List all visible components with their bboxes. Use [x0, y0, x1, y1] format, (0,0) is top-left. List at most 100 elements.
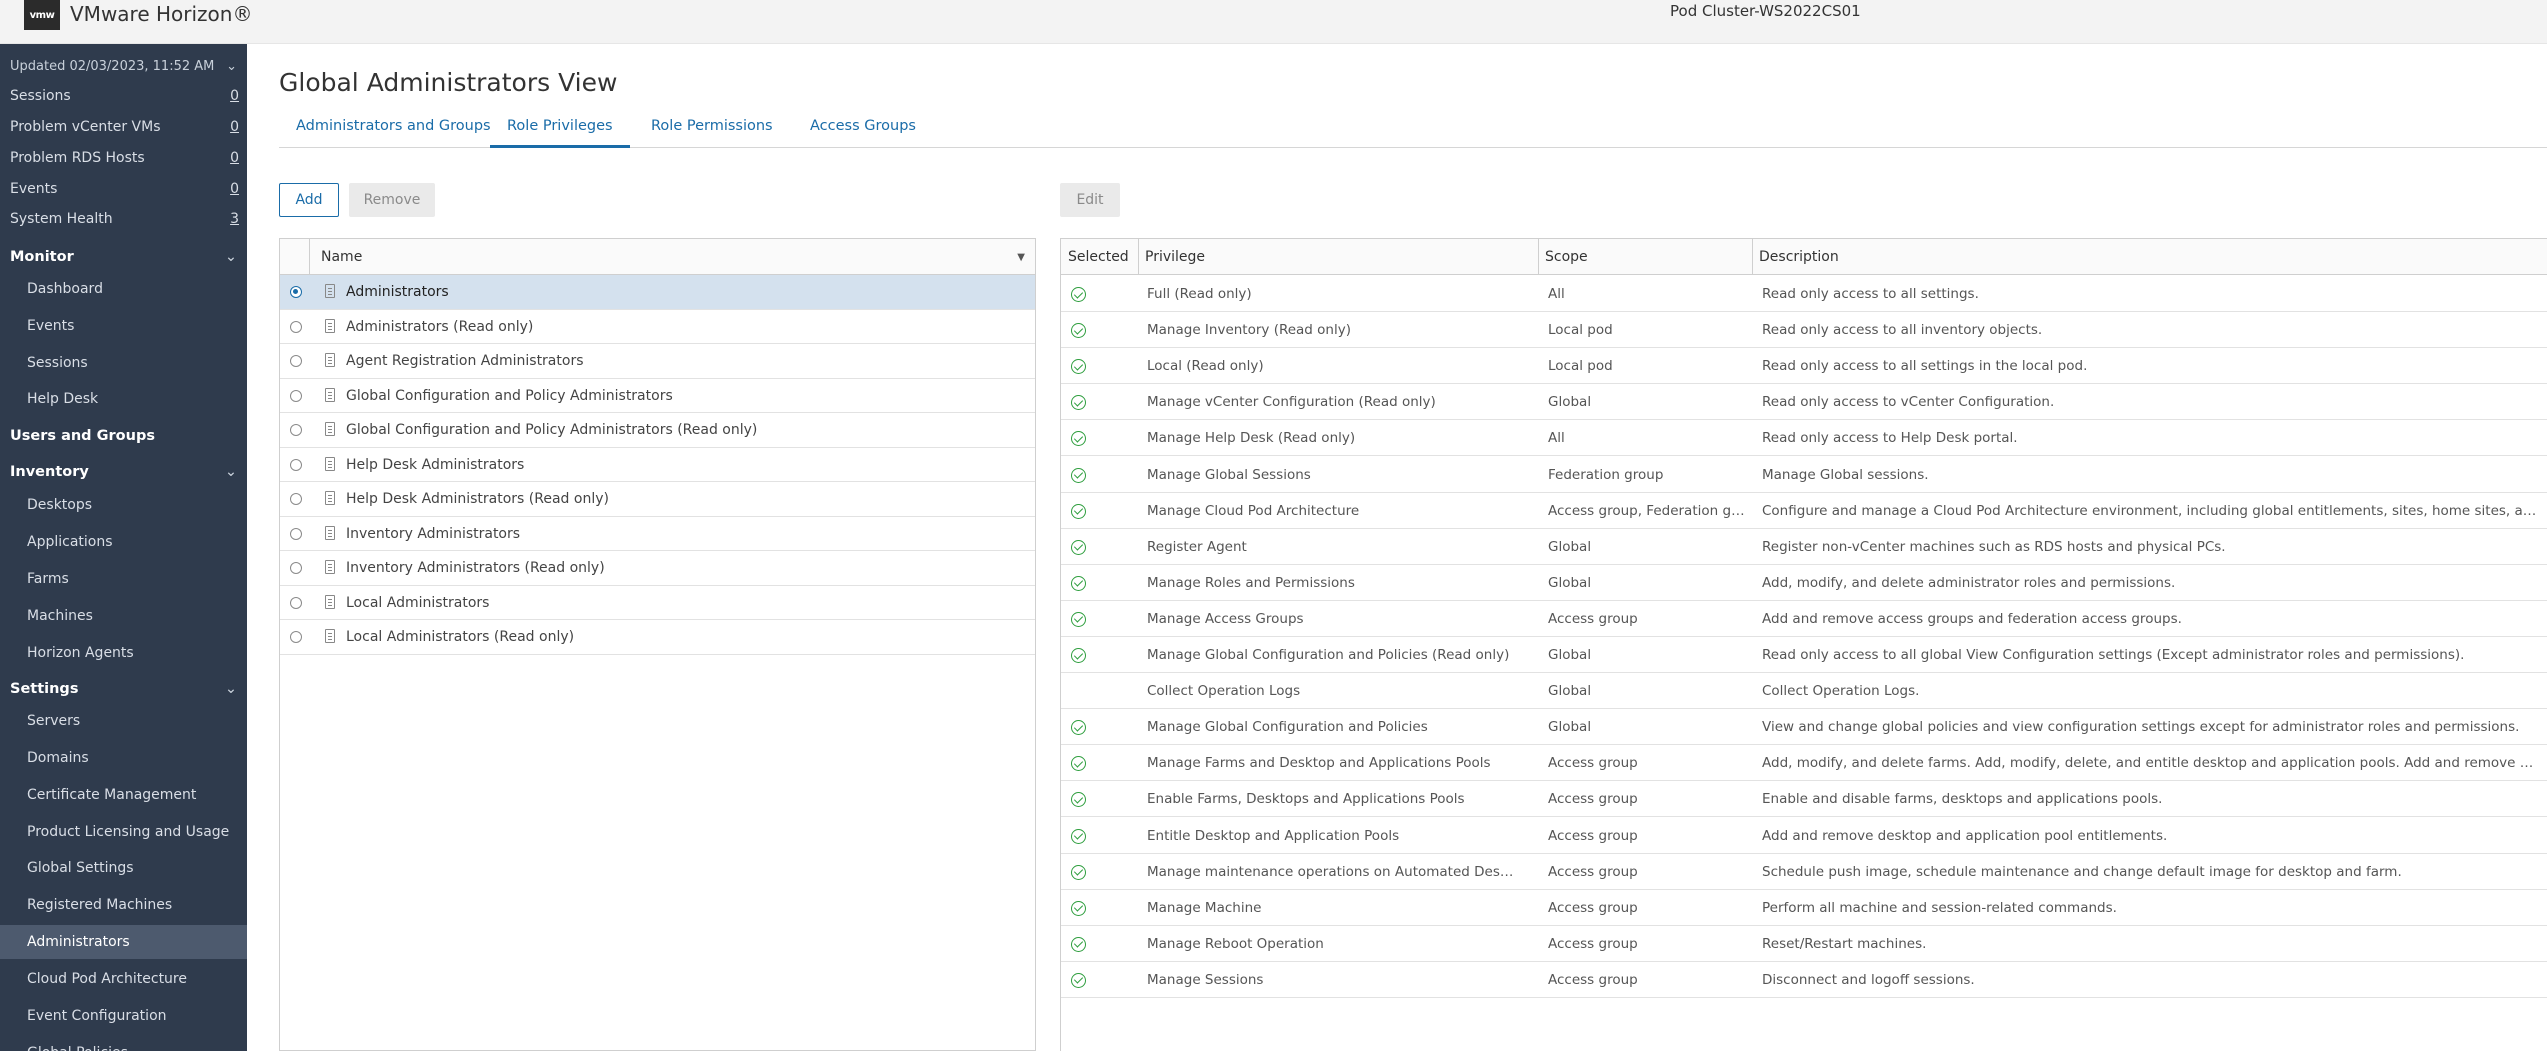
sidebar-section-settings[interactable]: Settings ⌄ [0, 674, 247, 704]
role-icon [325, 284, 335, 298]
sidebar-item-machines[interactable]: Machines [0, 599, 247, 633]
name-column-header[interactable]: Name [321, 239, 362, 275]
table-row[interactable]: Manage Global Configuration and Policies… [1061, 637, 2547, 673]
add-button[interactable]: Add [279, 183, 339, 217]
sidebar-stat-problem-vcenter-vms[interactable]: Problem vCenter VMs 0 [0, 113, 247, 141]
sidebar-item-administrators[interactable]: Administrators [0, 925, 247, 959]
sidebar-item-domains[interactable]: Domains [0, 741, 247, 775]
sidebar-item-applications[interactable]: Applications [0, 525, 247, 559]
table-row[interactable]: Register Agent Global Register non-vCenter… [1061, 529, 2547, 565]
table-row[interactable]: Help Desk Administrators [280, 448, 1035, 482]
sidebar-section-inventory[interactable]: Inventory ⌄ [0, 457, 247, 487]
row-radio[interactable] [290, 389, 302, 402]
row-radio[interactable] [290, 458, 302, 471]
table-row[interactable]: Manage Global Sessions Federation group Ma… [1061, 457, 2547, 493]
table-row[interactable]: Global Configuration and Policy Administ… [280, 379, 1035, 413]
page-title: Global Administrators View [279, 68, 618, 97]
selected-column-header[interactable]: Selected [1061, 239, 1134, 275]
privilege-cell: Manage Global Configuration and Policies [1147, 719, 1428, 736]
stat-count[interactable]: 0 [230, 175, 239, 203]
edit-button[interactable]: Edit [1060, 183, 1120, 217]
table-row[interactable]: Local Administrators (Read only) [280, 620, 1035, 655]
sidebar-item-product-licensing[interactable]: Product Licensing and Usage [0, 815, 247, 849]
sidebar-item-farms[interactable]: Farms [0, 562, 247, 596]
remove-button[interactable]: Remove [349, 183, 435, 217]
stat-count[interactable]: 0 [230, 144, 239, 172]
row-radio[interactable] [290, 596, 302, 609]
sidebar-item-dashboard[interactable]: Dashboard [0, 272, 247, 306]
sidebar-item-desktops[interactable]: Desktops [0, 488, 247, 522]
tab-administrators-and-groups[interactable]: Administrators and Groups [279, 110, 508, 148]
sidebar-item-horizon-agents[interactable]: Horizon Agents [0, 636, 247, 670]
row-radio[interactable] [290, 355, 302, 367]
table-row[interactable]: Manage Roles and Permissions Global Add, m… [1061, 565, 2547, 601]
table-row[interactable]: Administrators (Read only) [280, 310, 1035, 344]
stat-count[interactable]: 3 [230, 205, 239, 233]
table-row[interactable]: Local Administrators [280, 586, 1035, 620]
table-row[interactable]: Manage Sessions Access group Disconnect an… [1061, 962, 2547, 998]
table-row[interactable]: Manage Help Desk (Read only) All Read only… [1061, 420, 2547, 457]
row-radio[interactable] [290, 424, 302, 436]
row-radio[interactable] [290, 493, 302, 505]
stat-count[interactable]: 0 [230, 82, 239, 110]
scope-column-header[interactable]: Scope [1538, 239, 1750, 275]
privilege-column-header[interactable]: Privilege [1138, 239, 1598, 275]
table-row[interactable]: Inventory Administrators (Read only) [280, 551, 1035, 586]
table-row[interactable]: Agent Registration Administrators [280, 344, 1035, 379]
sidebar-item-registered-machines[interactable]: Registered Machines [0, 888, 247, 922]
tab-role-permissions[interactable]: Role Permissions [634, 110, 790, 148]
row-radio[interactable] [290, 286, 302, 298]
description-column-header[interactable]: Description [1752, 239, 2547, 275]
table-row[interactable]: Manage Machine Access group Perform all ma… [1061, 890, 2547, 926]
chevron-down-icon[interactable]: ⌄ [226, 52, 237, 82]
tab-role-privileges[interactable]: Role Privileges [490, 110, 630, 148]
table-row[interactable]: Administrators [280, 275, 1035, 310]
sidebar-section-users-and-groups[interactable]: Users and Groups [0, 421, 247, 451]
sidebar-stat-sessions[interactable]: Sessions 0 [0, 82, 247, 110]
scope-cell: Access group [1548, 899, 1638, 916]
sidebar-item-certificate-management[interactable]: Certificate Management [0, 778, 247, 812]
row-radio[interactable] [290, 631, 302, 643]
sidebar-item-global-settings[interactable]: Global Settings [0, 851, 247, 885]
table-row[interactable]: Manage Global Configuration and Policies… [1061, 709, 2547, 746]
updated-status[interactable]: Updated 02/03/2023, 11:52 AM ⌄ [0, 52, 247, 82]
table-row[interactable]: Inventory Administrators [280, 517, 1035, 551]
sidebar-stat-problem-rds-hosts[interactable]: Problem RDS Hosts 0 [0, 144, 247, 172]
chevron-down-icon[interactable]: ⌄ [225, 674, 237, 704]
sidebar-item-help-desk[interactable]: Help Desk [0, 382, 247, 416]
sidebar-item-global-policies[interactable]: Global Policies [0, 1036, 247, 1051]
table-row[interactable]: Manage Inventory (Read only) Local pod Rea… [1061, 312, 2547, 349]
table-row[interactable]: Local (Read only) Local pod Read only acce… [1061, 348, 2547, 385]
row-radio[interactable] [290, 562, 302, 574]
table-row[interactable]: Collect Operation Logs Global Collect Oper… [1061, 673, 2547, 710]
table-row[interactable]: Help Desk Administrators (Read only) [280, 482, 1035, 517]
sidebar-section-monitor[interactable]: Monitor ⌄ [0, 242, 247, 272]
table-row[interactable]: Manage Access Groups Access group Add and … [1061, 601, 2547, 637]
sidebar-item-events[interactable]: Events [0, 309, 247, 343]
filter-icon[interactable]: ▼ [1017, 239, 1025, 277]
row-radio[interactable] [290, 320, 302, 333]
table-row[interactable]: Enable Farms, Desktops and Applications … [1061, 781, 2547, 818]
table-row[interactable]: Entitle Desktop and Application Pools Acc… [1061, 818, 2547, 854]
sidebar-item-cloud-pod-architecture[interactable]: Cloud Pod Architecture [0, 962, 247, 996]
table-row[interactable]: Manage Farms and Desktop and Application… [1061, 745, 2547, 782]
check-circle-icon [1071, 539, 1086, 555]
table-row[interactable]: Manage maintenance operations on Automat… [1061, 854, 2547, 890]
sidebar-stat-system-health[interactable]: System Health 3 [0, 205, 247, 233]
row-radio[interactable] [290, 527, 302, 540]
table-row[interactable]: Full (Read only) All Read only access to a… [1061, 276, 2547, 312]
table-row[interactable]: Global Configuration and Policy Administ… [280, 413, 1035, 448]
chevron-down-icon[interactable]: ⌄ [225, 242, 237, 272]
stat-count[interactable]: 0 [230, 113, 239, 141]
table-row[interactable]: Manage vCenter Configuration (Read only)… [1061, 384, 2547, 421]
updated-text: Updated 02/03/2023, 11:52 AM [10, 59, 215, 74]
chevron-down-icon[interactable]: ⌄ [225, 457, 237, 487]
sidebar-stat-events[interactable]: Events 0 [0, 175, 247, 203]
sidebar-item-event-configuration[interactable]: Event Configuration [0, 999, 247, 1033]
table-row[interactable]: Manage Reboot Operation Access group Reset… [1061, 926, 2547, 962]
sidebar-item-sessions[interactable]: Sessions [0, 346, 247, 380]
sidebar-item-servers[interactable]: Servers [0, 704, 247, 738]
table-row[interactable]: Manage Cloud Pod Architecture Access grou… [1061, 493, 2547, 529]
tab-access-groups[interactable]: Access Groups [793, 110, 933, 148]
privilege-cell: Collect Operation Logs [1147, 683, 1301, 700]
